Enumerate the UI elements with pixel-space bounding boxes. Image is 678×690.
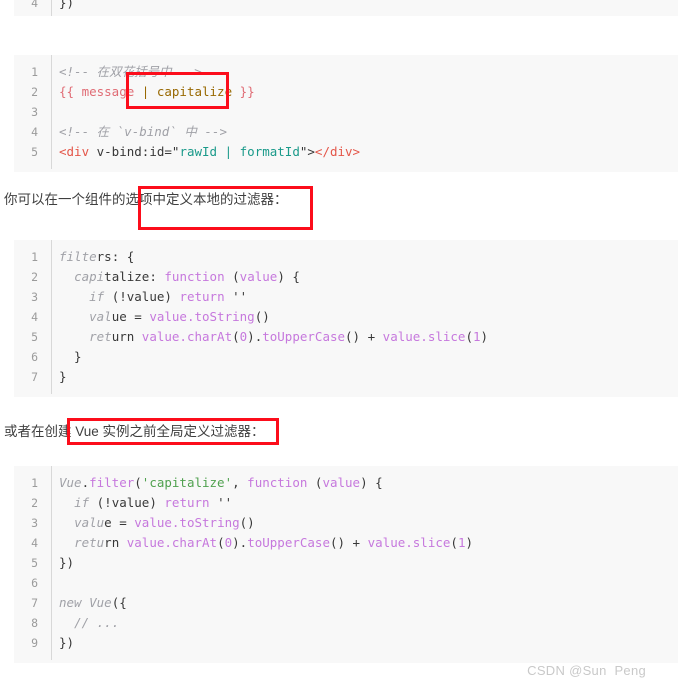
line-number: 4 xyxy=(31,310,38,324)
code-line: 3 if (!value) return '' xyxy=(14,287,678,307)
line-number: 8 xyxy=(31,616,38,630)
line-number: 2 xyxy=(31,85,38,99)
code-line-text: return value.charAt(0).toUpperCase() + v… xyxy=(89,329,489,344)
line-number: 3 xyxy=(31,105,38,119)
code-line: 5 return value.charAt(0).toUpperCase() +… xyxy=(14,327,678,347)
code-line: 1 <!-- 在双花括号中 --> xyxy=(14,62,678,82)
line-number: 6 xyxy=(31,350,38,364)
code-line: 7 new Vue({ xyxy=(14,593,678,613)
code-gutter-divider xyxy=(51,240,52,394)
line-number: 4 xyxy=(31,125,38,139)
line-number: 2 xyxy=(31,496,38,510)
code-line-text: <!-- 在双花括号中 --> xyxy=(59,64,202,79)
code-line: 2 capitalize: function (value) { xyxy=(14,267,678,287)
code-line-text: return value.charAt(0).toUpperCase() + v… xyxy=(74,535,474,550)
code-line: 4 return value.charAt(0).toUpperCase() +… xyxy=(14,533,678,553)
paragraph-local-filters: 你可以在一个组件的选项中定义本地的过滤器： xyxy=(4,192,288,207)
line-number: 1 xyxy=(31,250,38,264)
code-line-text: Vue.filter('capitalize', function (value… xyxy=(59,475,383,490)
code-line: 7 } xyxy=(14,367,678,387)
code-line-text: {{ message | capitalize }} xyxy=(59,84,255,99)
code-line: 4 value = value.toString() xyxy=(14,307,678,327)
code-line: 1 Vue.filter('capitalize', function (val… xyxy=(14,473,678,493)
line-number: 5 xyxy=(31,330,38,344)
code-line: 4 <!-- 在 `v-bind` 中 --> xyxy=(14,122,678,142)
line-number: 9 xyxy=(31,636,38,650)
line-number: 7 xyxy=(31,370,38,384)
line-number: 7 xyxy=(31,596,38,610)
code-gutter-divider xyxy=(51,55,52,169)
code-gutter-divider xyxy=(51,466,52,660)
line-number: 2 xyxy=(31,270,38,284)
code-line: 4 }) xyxy=(14,0,678,13)
line-number: 1 xyxy=(31,65,38,79)
code-gutter-divider xyxy=(51,0,52,16)
code-block-partial-top: 4 }) xyxy=(14,0,678,16)
code-line-text: if (!value) return '' xyxy=(89,289,248,304)
code-line: 2 {{ message | capitalize }} xyxy=(14,82,678,102)
line-number: 5 xyxy=(31,556,38,570)
code-line: 3 xyxy=(14,102,678,122)
code-line-text: <!-- 在 `v-bind` 中 --> xyxy=(59,124,227,139)
code-line-text: } xyxy=(59,349,82,364)
code-line: 1 filters: { xyxy=(14,247,678,267)
code-line: 8 // ... xyxy=(14,613,678,633)
code-block-template-usage: 1 <!-- 在双花括号中 --> 2 {{ message | capital… xyxy=(14,55,678,172)
line-number: 6 xyxy=(31,576,38,590)
code-line: 5 }) xyxy=(14,553,678,573)
line-number: 3 xyxy=(31,290,38,304)
line-number: 5 xyxy=(31,145,38,159)
code-block-global-filter: 1 Vue.filter('capitalize', function (val… xyxy=(14,466,678,663)
code-line-text: if (!value) return '' xyxy=(74,495,233,510)
line-number: 3 xyxy=(31,516,38,530)
code-line: 9 }) xyxy=(14,633,678,653)
code-line-text: capitalize: function (value) { xyxy=(74,269,300,284)
line-number: 1 xyxy=(31,476,38,490)
csdn-watermark: CSDN @Sun Peng xyxy=(527,663,646,678)
line-number: 4 xyxy=(31,0,38,10)
code-line-text: filters: { xyxy=(59,249,135,264)
code-line: 2 if (!value) return '' xyxy=(14,493,678,513)
code-line-text: // ... xyxy=(74,615,120,630)
paragraph-global-filters: 或者在创建 Vue 实例之前全局定义过滤器： xyxy=(4,424,265,439)
code-line: 6 } xyxy=(14,347,678,367)
code-line: 6 xyxy=(14,573,678,593)
code-block-local-filter: 1 filters: { 2 capitalize: function (val… xyxy=(14,240,678,397)
code-line: 5 <div v-bind:id="rawId | formatId"></di… xyxy=(14,142,678,162)
code-line-text: value = value.toString() xyxy=(89,309,270,324)
code-line-text: value = value.toString() xyxy=(74,515,255,530)
code-line: 3 value = value.toString() xyxy=(14,513,678,533)
line-number: 4 xyxy=(31,536,38,550)
code-line-text: new Vue({ xyxy=(59,595,127,610)
code-line-text: <div v-bind:id="rawId | formatId"></div> xyxy=(59,144,361,159)
